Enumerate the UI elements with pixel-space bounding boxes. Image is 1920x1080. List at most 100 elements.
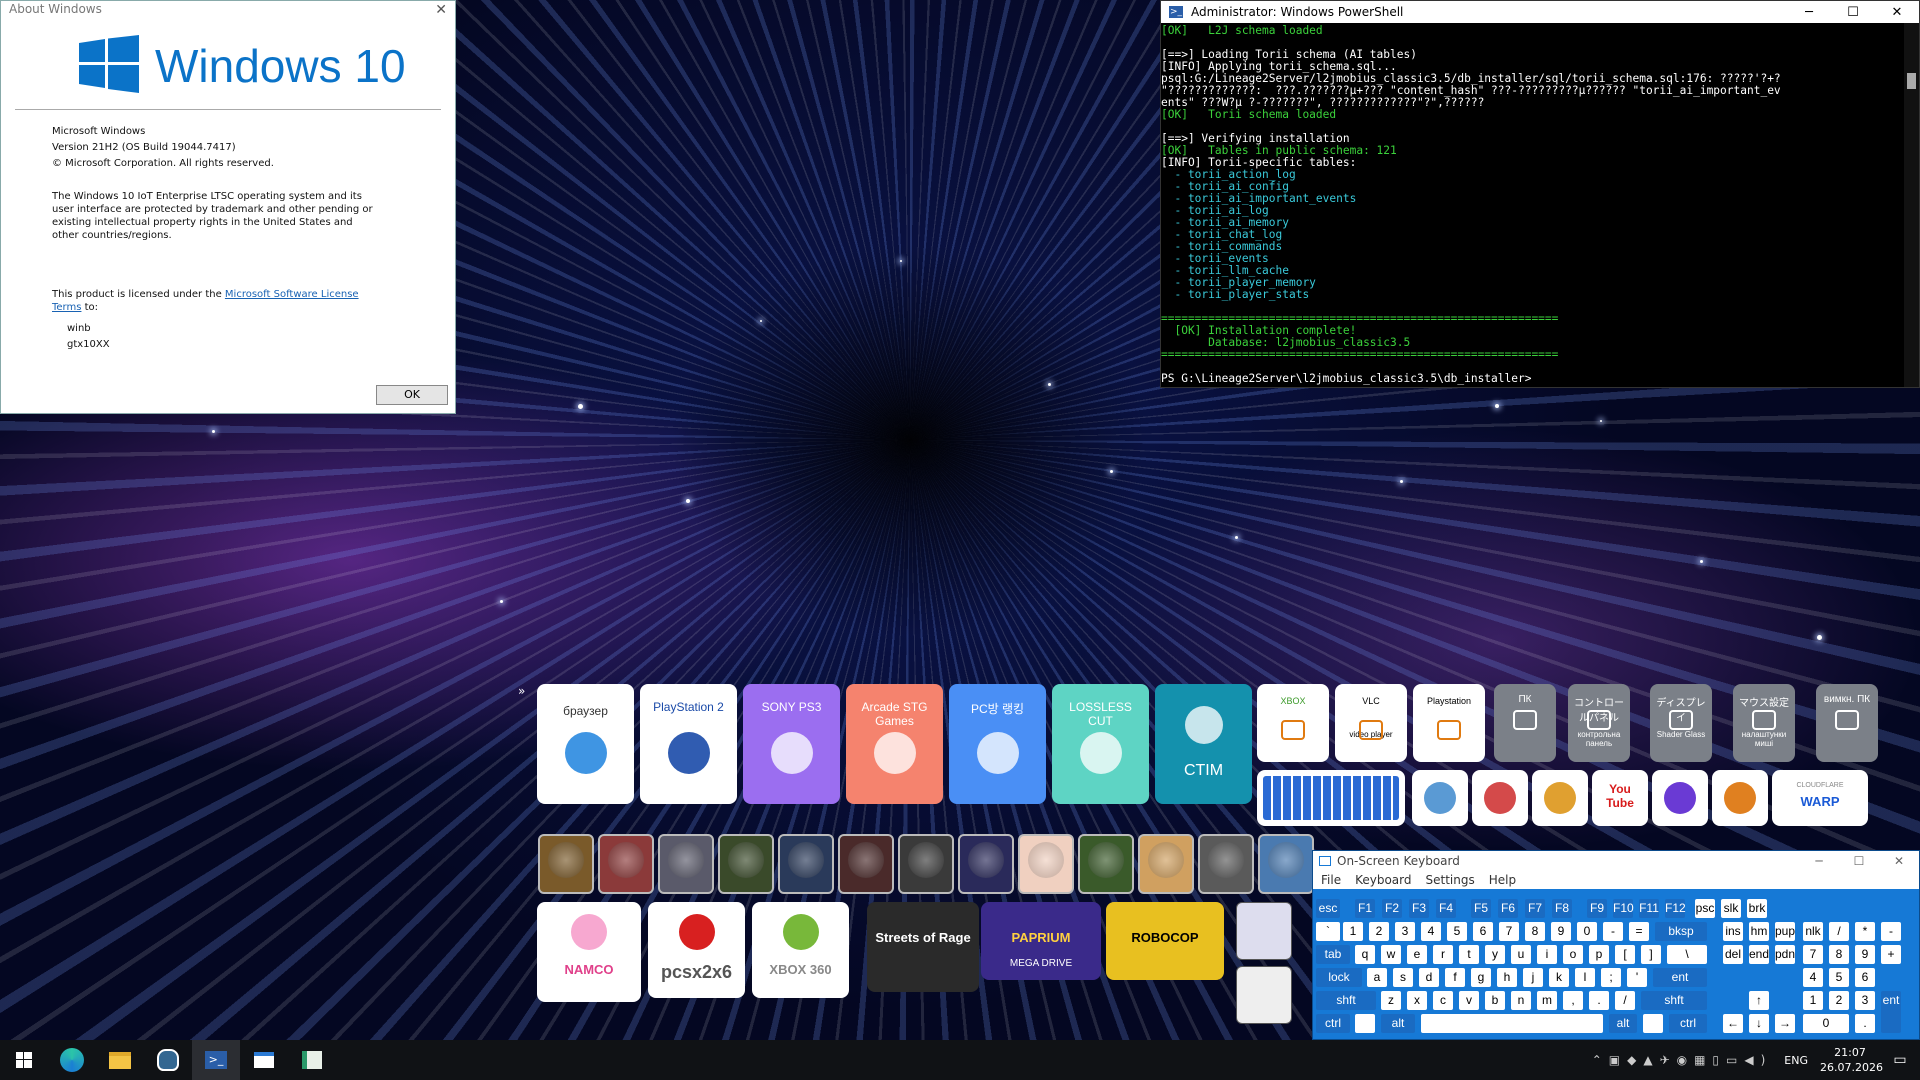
tile-warp[interactable]: WARP CLOUDFLARE <box>1772 770 1868 826</box>
tile-tor[interactable] <box>1652 770 1708 826</box>
key-m[interactable]: m <box>1537 991 1557 1010</box>
key-pdn[interactable]: pdn <box>1775 945 1795 964</box>
key-esc[interactable]: esc <box>1316 899 1340 918</box>
key-bksp[interactable]: bksp <box>1655 922 1707 941</box>
tile-xbox[interactable]: XBOX <box>1257 684 1329 762</box>
key-c[interactable]: c <box>1433 991 1453 1010</box>
key-blank[interactable] <box>1643 1014 1663 1033</box>
tile-control[interactable]: コントロールパネル контрольна панель <box>1568 684 1630 762</box>
tile-pcsx2[interactable]: pcsx2x6 <box>648 902 745 998</box>
key-F1[interactable]: F1 <box>1355 899 1375 918</box>
key-.[interactable]: . <box>1855 1014 1875 1033</box>
key-d[interactable]: d <box>1419 968 1439 987</box>
start-button[interactable] <box>0 1040 48 1080</box>
key-←[interactable]: ← <box>1723 1014 1743 1033</box>
key-shft[interactable]: shft <box>1641 991 1707 1010</box>
taskbar-app[interactable] <box>288 1040 336 1080</box>
taskbar-explorer[interactable] <box>96 1040 144 1080</box>
key-ctrl[interactable]: ctrl <box>1669 1014 1707 1033</box>
key-lock[interactable]: lock <box>1316 968 1362 987</box>
key-5[interactable]: 5 <box>1829 968 1849 987</box>
tile-paprium[interactable]: PAPRIUM MEGA DRIVE <box>981 902 1101 980</box>
key-h[interactable]: h <box>1497 968 1517 987</box>
menu-keyboard[interactable]: Keyboard <box>1355 873 1411 887</box>
key-ctrl[interactable]: ctrl <box>1316 1014 1350 1033</box>
tile-browser[interactable]: браузер <box>537 684 634 804</box>
key-end[interactable]: end <box>1749 945 1769 964</box>
game-icon[interactable] <box>958 834 1014 894</box>
on-screen-keyboard[interactable]: On-Screen Keyboard ─ ☐ ✕ File Keyboard S… <box>1312 850 1920 1040</box>
key-alt[interactable]: alt <box>1381 1014 1415 1033</box>
key-k[interactable]: k <box>1549 968 1569 987</box>
game-icon[interactable] <box>658 834 714 894</box>
taskbar-window[interactable] <box>240 1040 288 1080</box>
tile-orbit[interactable] <box>1472 770 1528 826</box>
key-F4[interactable]: F4 <box>1436 899 1456 918</box>
key-o[interactable]: o <box>1563 945 1583 964</box>
key-blank[interactable] <box>1355 1014 1375 1033</box>
key-f[interactable]: f <box>1445 968 1465 987</box>
key-x[interactable]: x <box>1407 991 1427 1010</box>
tile-display[interactable]: ディスプレイ Shader Glass <box>1650 684 1712 762</box>
powershell-window[interactable]: >_ Administrator: Windows PowerShell ─ ☐… <box>1160 0 1920 388</box>
tile-osk[interactable] <box>1257 770 1405 826</box>
tile-ps2[interactable]: PlayStation 2 <box>640 684 737 804</box>
key-F5[interactable]: F5 <box>1471 899 1491 918</box>
tile-namco[interactable]: NAMCO <box>537 902 641 1002</box>
game-icon[interactable] <box>1138 834 1194 894</box>
minimize-icon[interactable]: ─ <box>1787 5 1831 20</box>
tile-pc[interactable]: ПК <box>1494 684 1556 762</box>
key-8[interactable]: 8 <box>1525 922 1545 941</box>
powershell-output[interactable]: [OK] L2J schema loaded [==>] Loading Tori… <box>1161 23 1919 385</box>
key-[[interactable]: [ <box>1615 945 1635 964</box>
key-t[interactable]: t <box>1459 945 1479 964</box>
key-del[interactable]: del <box>1723 945 1743 964</box>
expand-arrow-icon[interactable]: » <box>518 684 528 698</box>
key-F3[interactable]: F3 <box>1409 899 1429 918</box>
key-F10[interactable]: F10 <box>1613 899 1634 918</box>
menu-settings[interactable]: Settings <box>1426 873 1475 887</box>
key-e[interactable]: e <box>1407 945 1427 964</box>
close-icon[interactable]: ✕ <box>1875 5 1919 20</box>
tile-mame[interactable]: Arcade STG Games <box>846 684 943 804</box>
ok-button[interactable]: OK <box>376 385 448 405</box>
key-s[interactable]: s <box>1393 968 1413 987</box>
tile-bolt[interactable] <box>1712 770 1768 826</box>
key-2[interactable]: 2 <box>1369 922 1389 941</box>
scrollbar-thumb[interactable] <box>1907 73 1916 89</box>
key-5[interactable]: 5 <box>1447 922 1467 941</box>
key-F11[interactable]: F11 <box>1639 899 1659 918</box>
clock[interactable]: 21:07 26.07.2026 <box>1820 1045 1883 1075</box>
key-q[interactable]: q <box>1355 945 1375 964</box>
key-2[interactable]: 2 <box>1829 991 1849 1010</box>
game-icon[interactable] <box>1258 834 1314 894</box>
tile-youtube[interactable]: You Tube <box>1592 770 1648 826</box>
game-icon[interactable] <box>598 834 654 894</box>
key-brk[interactable]: brk <box>1747 899 1767 918</box>
close-icon[interactable]: ✕ <box>435 2 447 18</box>
key-blank[interactable] <box>1421 1014 1603 1033</box>
taskbar-postgres[interactable] <box>144 1040 192 1080</box>
key-a[interactable]: a <box>1367 968 1387 987</box>
key-9[interactable]: 9 <box>1551 922 1571 941</box>
key--[interactable]: - <box>1603 922 1623 941</box>
game-icon[interactable] <box>1198 834 1254 894</box>
key-6[interactable]: 6 <box>1855 968 1875 987</box>
key-pup[interactable]: pup <box>1775 922 1795 941</box>
key-0[interactable]: 0 <box>1803 1014 1849 1033</box>
key-r[interactable]: r <box>1433 945 1453 964</box>
key-F9[interactable]: F9 <box>1587 899 1607 918</box>
menu-help[interactable]: Help <box>1489 873 1516 887</box>
taskbar-edge[interactable] <box>48 1040 96 1080</box>
key-9[interactable]: 9 <box>1855 945 1875 964</box>
tile-vlc[interactable]: VLC video player <box>1335 684 1407 762</box>
key-n[interactable]: n <box>1511 991 1531 1010</box>
key-alt[interactable]: alt <box>1609 1014 1637 1033</box>
game-icon[interactable] <box>898 834 954 894</box>
tile-xbox360[interactable]: XBOX 360 <box>752 902 849 998</box>
key-ent[interactable]: ent <box>1653 968 1707 987</box>
game-icon[interactable] <box>778 834 834 894</box>
key-'[interactable]: ' <box>1627 968 1647 987</box>
key-1[interactable]: 1 <box>1343 922 1363 941</box>
tile-steam[interactable]: CTIM <box>1155 684 1252 804</box>
